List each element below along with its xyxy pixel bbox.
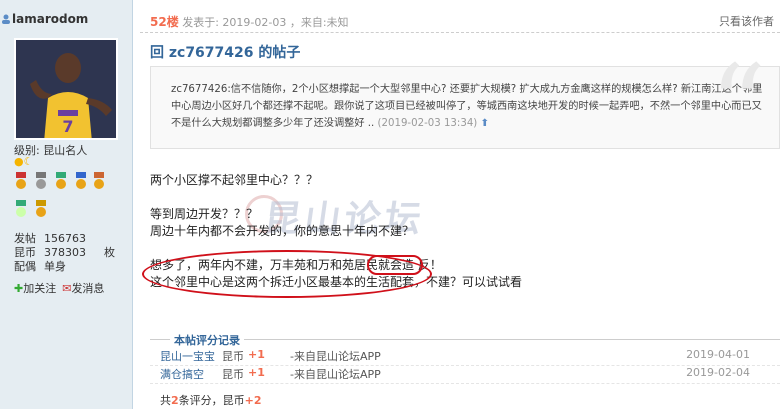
stat-unit: 枚 bbox=[104, 246, 115, 259]
stat-unit bbox=[104, 260, 124, 274]
moon-icon: ☾ bbox=[23, 155, 34, 168]
stat-value: 单身 bbox=[44, 260, 66, 273]
stat-value: 378303 bbox=[44, 246, 86, 259]
rater-name[interactable]: 昆山一宝宝 bbox=[160, 348, 215, 364]
stat-label: 发帖 bbox=[14, 232, 36, 245]
quote-mark-icon: “ bbox=[709, 41, 766, 169]
author-sidebar: lamarodom 7 级别: 昆山名人 ●☾ 发帖 156763 昆币 37830… bbox=[0, 0, 133, 409]
plus-icon: ✚ bbox=[14, 282, 24, 295]
stat-value: 156763 bbox=[44, 232, 86, 245]
rating-currency: 昆币 bbox=[222, 368, 244, 381]
post-meta: 52楼 发表于: 2019-02-03 ，来自:未知 bbox=[150, 13, 349, 30]
follow-label: 加关注 bbox=[23, 282, 57, 295]
rating-total-prefix: 共 bbox=[160, 394, 171, 407]
divider bbox=[140, 32, 780, 33]
message-button[interactable]: ✉发消息 bbox=[62, 280, 104, 296]
stat-label: 昆币 bbox=[14, 246, 36, 259]
floor-number[interactable]: 52楼 bbox=[150, 15, 179, 29]
user-stats: 发帖 156763 昆币 378303 枚 配偶 单身 bbox=[14, 232, 124, 274]
avatar-image: 7 bbox=[16, 40, 116, 138]
message-label: 发消息 bbox=[71, 282, 105, 295]
rating-total-points: +2 bbox=[244, 394, 262, 407]
follow-button[interactable]: ✚加关注 bbox=[14, 280, 56, 296]
rating-total: 共2条评分，昆币+2 bbox=[160, 392, 262, 408]
rating-total-count: 2 bbox=[171, 394, 179, 407]
post-line: 周边十年内都不会开发的，你的意思十年内不建？ bbox=[150, 224, 415, 238]
user-online-icon bbox=[2, 14, 10, 24]
post-date: 发表于: 2019-02-03 ，来自:未知 bbox=[182, 16, 349, 29]
svg-text:7: 7 bbox=[62, 117, 73, 136]
rating-source: -来自昆山论坛APP bbox=[290, 350, 381, 363]
rating-date: 2019-04-01 bbox=[686, 348, 750, 361]
rating-date: 2019-02-04 bbox=[686, 366, 750, 379]
rating-points: +1 bbox=[248, 366, 265, 379]
red-annotation-ring bbox=[367, 255, 423, 275]
post-line: 两个小区撑不起邻里中心？？？ bbox=[150, 173, 319, 187]
rating-total-mid: 条评分，昆币 bbox=[178, 394, 245, 407]
rating-currency: 昆币 bbox=[222, 350, 244, 363]
rating-source: -来自昆山论坛APP bbox=[290, 368, 381, 381]
user-actions: ✚加关注 ✉发消息 bbox=[14, 280, 104, 296]
sun-icon: ● bbox=[14, 155, 24, 168]
post-line: 等到周边开发？？？ bbox=[150, 207, 259, 221]
avatar[interactable]: 7 bbox=[14, 38, 118, 140]
stat-label: 配偶 bbox=[14, 260, 36, 273]
reply-title: 回 zc7677426 的帖子 bbox=[150, 45, 301, 61]
rating-title: 本帖评分记录 bbox=[170, 332, 244, 348]
rating-row: 满仓搞空 昆币 +1 -来自昆山论坛APP 2019-02-04 bbox=[150, 366, 780, 384]
only-author-link[interactable]: 只看该作者 bbox=[719, 13, 774, 29]
jump-to-post-icon[interactable]: ⬆ bbox=[481, 118, 490, 129]
medal-icons bbox=[16, 172, 104, 217]
level-stars: ●☾ bbox=[14, 155, 33, 168]
post-main: 52楼 发表于: 2019-02-03 ，来自:未知 只看该作者 回 zc767… bbox=[140, 0, 780, 409]
rating-row: 昆山一宝宝 昆币 +1 -来自昆山论坛APP 2019-04-01 bbox=[150, 348, 780, 366]
rating-points: +1 bbox=[248, 348, 265, 361]
stat-unit bbox=[104, 232, 124, 246]
quote-time: (2019-02-03 13:34) bbox=[377, 118, 478, 129]
quote-block: zc7677426:信不信随你，2个小区想撑起一个大型邻里中心? 还要扩大规模?… bbox=[150, 66, 780, 149]
author-name[interactable]: lamarodom bbox=[12, 12, 88, 26]
medals bbox=[14, 170, 114, 231]
rater-name[interactable]: 满仓搞空 bbox=[160, 366, 204, 382]
